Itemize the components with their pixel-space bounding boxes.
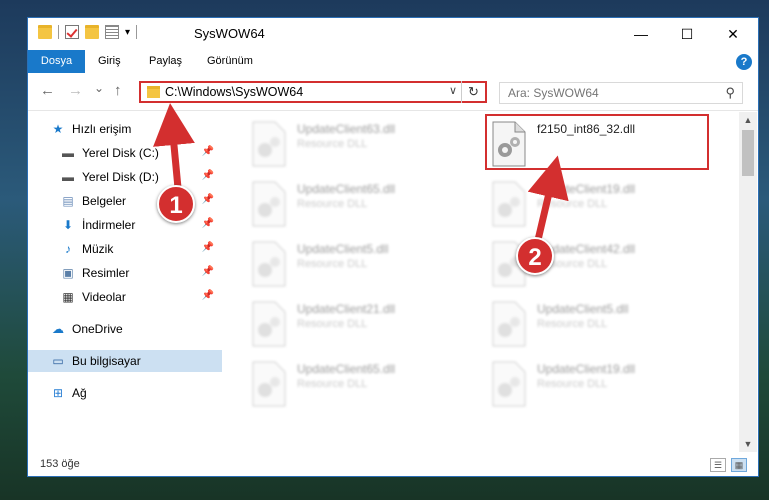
step-badge-1: 1 — [157, 185, 195, 223]
step-badge-2: 2 — [516, 237, 554, 275]
annotation-arrows — [153, 103, 569, 241]
arrow-to-address-bar — [153, 103, 195, 189]
arrow-to-file — [527, 155, 569, 241]
